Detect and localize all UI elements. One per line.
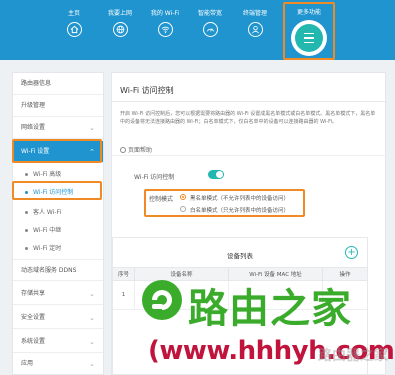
sidebar-item-label: 系统设置 xyxy=(21,338,46,345)
sidebar-item-apps[interactable]: 应用 ⌄ xyxy=(13,353,103,375)
chevron-down-icon: ⌄ xyxy=(89,314,95,322)
add-device-button[interactable]: + xyxy=(345,246,358,259)
sidebar-item-ddns[interactable]: 动态域名服务 DDNS xyxy=(13,259,103,281)
sidebar-subitem-label: Wi-Fi 高级 xyxy=(33,171,62,178)
nav-device-management[interactable]: 终端管理 xyxy=(235,10,275,37)
wifi-icon xyxy=(157,22,173,37)
nav-smart-bandwidth[interactable]: 智能带宽 xyxy=(190,10,230,37)
sidebar-item-upgrade[interactable]: 升级管理 xyxy=(13,95,103,117)
sidebar-item-label: 存储共享 xyxy=(21,290,46,297)
sidebar-subitem-wifi-repeater[interactable]: Wi-Fi 中继 xyxy=(13,222,103,240)
sidebar-item-storage[interactable]: 存储共享 ⌄ xyxy=(13,283,103,305)
divider xyxy=(112,155,387,156)
speed-dial-icon xyxy=(202,22,218,37)
chevron-down-icon: ⌄ xyxy=(89,360,95,368)
watermark-logo-icon xyxy=(142,280,182,320)
sidebar-item-router-info[interactable]: 路由器信息 xyxy=(13,73,103,95)
sidebar: 路由器信息 升级管理 网络设置 ⌄ Wi-Fi 设置 ⌃ Wi-Fi 高级 Wi… xyxy=(12,72,104,375)
watermark-faint-text: 路由器之家 xyxy=(318,348,388,364)
sidebar-item-network[interactable]: 网络设置 ⌄ xyxy=(13,117,103,139)
column-header-index: 序号 xyxy=(113,268,135,282)
nav-device-management-label: 终端管理 xyxy=(242,10,267,17)
sidebar-item-label: 路由器信息 xyxy=(21,80,52,87)
sidebar-subitem-label: Wi-Fi 中继 xyxy=(33,227,62,234)
sidebar-item-label: 网络设置 xyxy=(21,124,46,131)
access-control-highlight xyxy=(12,181,102,200)
chevron-down-icon: ⌄ xyxy=(89,124,95,132)
sidebar-item-label: 安全设置 xyxy=(21,314,46,321)
page-help-label: 页面帮助 xyxy=(128,147,153,154)
menu-icon xyxy=(295,24,323,52)
nav-home-label: 主页 xyxy=(67,10,80,17)
bullet-icon xyxy=(25,211,28,214)
nav-home[interactable]: 主页 xyxy=(54,10,94,37)
bullet-icon xyxy=(25,229,28,232)
table-cell-index: 1 xyxy=(113,281,135,309)
more-features-button[interactable] xyxy=(291,20,327,56)
page-title: Wi-Fi 访问控制 xyxy=(120,86,174,95)
nav-smart-bandwidth-label: 智能带宽 xyxy=(197,10,222,17)
wifi-settings-highlight xyxy=(12,139,102,163)
plus-icon: + xyxy=(347,247,356,258)
top-navigation-bar: 主页 我要上网 我的 Wi-Fi 智能带宽 终端管理 更多功能 xyxy=(0,0,395,60)
nav-internet-label: 我要上网 xyxy=(107,10,132,17)
nav-internet[interactable]: 我要上网 xyxy=(100,10,140,37)
divider xyxy=(112,101,387,102)
sidebar-subitem-guest-wifi[interactable]: 客人 Wi-Fi xyxy=(13,204,103,222)
more-features-label: 更多功能 xyxy=(296,9,321,16)
bullet-icon xyxy=(25,247,28,250)
globe-icon xyxy=(112,22,128,37)
help-icon xyxy=(120,147,126,153)
chevron-down-icon: ⌄ xyxy=(89,338,95,346)
home-icon xyxy=(66,22,82,37)
chevron-down-icon: ⌄ xyxy=(89,290,95,298)
page-description: 开启 Wi-Fi 访问控制后，您可以根据需要将路由器的 Wi-Fi 设置成黑名单… xyxy=(120,111,376,125)
user-icon xyxy=(247,22,263,37)
sidebar-item-label: 应用 xyxy=(21,360,34,367)
access-control-toggle[interactable] xyxy=(208,170,224,179)
page-help-link[interactable]: 页面帮助 xyxy=(120,145,152,154)
sidebar-subitem-label: 客人 Wi-Fi xyxy=(33,209,62,216)
sidebar-item-system[interactable]: 系统设置 ⌄ xyxy=(13,331,103,353)
more-features-highlight[interactable]: 更多功能 xyxy=(283,2,335,60)
watermark-brand: 路由之家 xyxy=(188,286,352,332)
nav-my-wifi-label: 我的 Wi-Fi xyxy=(150,10,180,17)
control-mode-highlight xyxy=(144,189,305,217)
device-list-title: 设备列表 xyxy=(227,252,253,260)
nav-my-wifi[interactable]: 我的 Wi-Fi xyxy=(145,10,185,37)
sidebar-item-security[interactable]: 安全设置 ⌄ xyxy=(13,307,103,329)
sidebar-subitem-label: Wi-Fi 定时 xyxy=(33,245,62,252)
sidebar-item-label: 升级管理 xyxy=(21,102,46,109)
sidebar-item-label: 动态域名服务 DDNS xyxy=(21,267,77,274)
sidebar-subitem-wifi-schedule[interactable]: Wi-Fi 定时 xyxy=(13,240,103,258)
bullet-icon xyxy=(25,173,28,176)
access-control-label: Wi-Fi 访问控制 xyxy=(134,174,175,181)
